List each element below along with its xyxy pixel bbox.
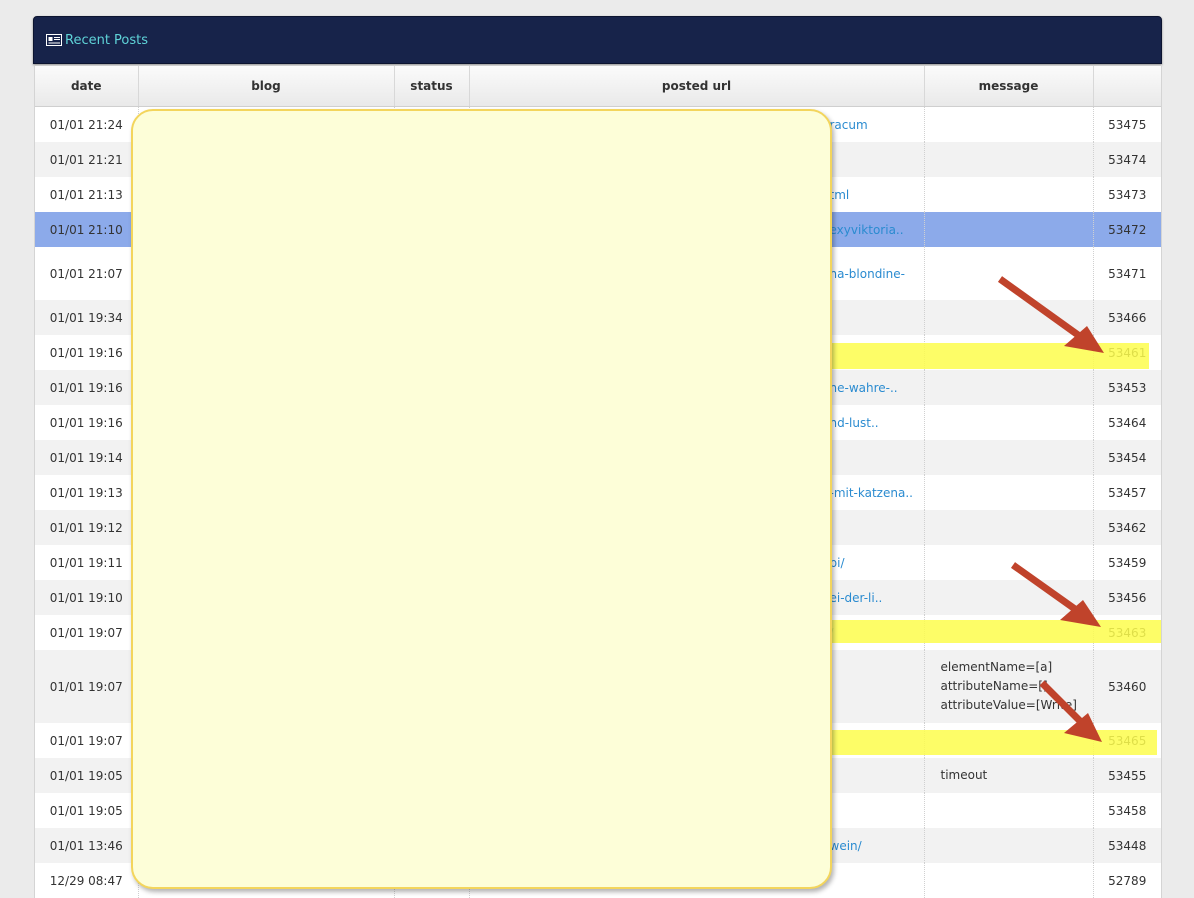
arrow-icon [1039,680,1102,742]
arrow-icon [1010,562,1101,627]
arrow-icon [997,276,1104,353]
annotation-arrows [997,276,1104,742]
